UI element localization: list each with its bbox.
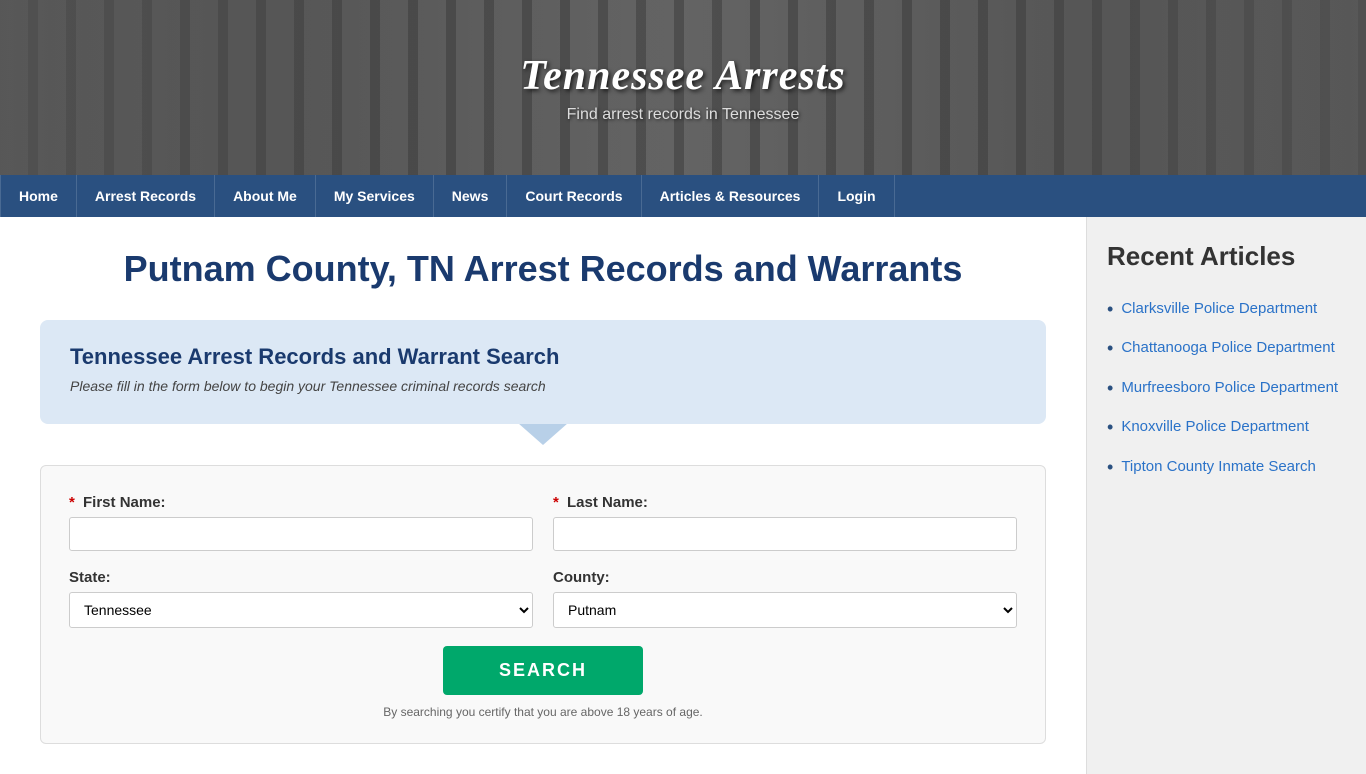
search-box-header: Tennessee Arrest Records and Warrant Sea… <box>40 320 1046 424</box>
article-link-knoxville[interactable]: Knoxville Police Department <box>1121 416 1309 437</box>
nav-arrest-records[interactable]: Arrest Records <box>77 175 215 217</box>
list-item: • Clarksville Police Department <box>1107 290 1346 329</box>
search-box-title: Tennessee Arrest Records and Warrant Sea… <box>70 344 1016 370</box>
state-label: State: <box>69 569 533 586</box>
search-button[interactable]: SEARCH <box>443 646 643 695</box>
main-navigation: Home Arrest Records About Me My Services… <box>0 175 1366 217</box>
form-note: By searching you certify that you are ab… <box>69 705 1017 719</box>
location-row: State: Tennessee Alabama Georgia Kentuck… <box>69 569 1017 628</box>
bullet-icon: • <box>1107 377 1113 400</box>
last-name-input[interactable] <box>553 517 1017 551</box>
list-item: • Knoxville Police Department <box>1107 408 1346 447</box>
last-name-required: * <box>553 494 559 511</box>
list-item: • Tipton County Inmate Search <box>1107 448 1346 487</box>
nav-news[interactable]: News <box>434 175 508 217</box>
state-select[interactable]: Tennessee Alabama Georgia Kentucky Missi… <box>69 592 533 628</box>
bullet-icon: • <box>1107 456 1113 479</box>
bullet-icon: • <box>1107 337 1113 360</box>
search-box-subtitle: Please fill in the form below to begin y… <box>70 378 1016 394</box>
first-name-required: * <box>69 494 75 511</box>
county-group: County: Putnam Davidson Shelby Knox Hami… <box>553 569 1017 628</box>
nav-home[interactable]: Home <box>0 175 77 217</box>
site-title: Tennessee Arrests <box>520 52 845 100</box>
article-link-chattanooga[interactable]: Chattanooga Police Department <box>1121 337 1334 358</box>
nav-my-services[interactable]: My Services <box>316 175 434 217</box>
first-name-input[interactable] <box>69 517 533 551</box>
list-item: • Murfreesboro Police Department <box>1107 369 1346 408</box>
sidebar: Recent Articles • Clarksville Police Dep… <box>1086 217 1366 774</box>
last-name-group: * Last Name: <box>553 494 1017 551</box>
first-name-group: * First Name: <box>69 494 533 551</box>
article-link-clarksville[interactable]: Clarksville Police Department <box>1121 298 1317 319</box>
state-group: State: Tennessee Alabama Georgia Kentuck… <box>69 569 533 628</box>
nav-court-records[interactable]: Court Records <box>507 175 641 217</box>
content-area: Putnam County, TN Arrest Records and War… <box>0 217 1086 774</box>
box-connector <box>40 423 1046 445</box>
article-link-tipton[interactable]: Tipton County Inmate Search <box>1121 456 1316 477</box>
header-banner: Tennessee Arrests Find arrest records in… <box>0 0 1366 175</box>
sidebar-title: Recent Articles <box>1107 241 1346 272</box>
nav-login[interactable]: Login <box>819 175 894 217</box>
county-label: County: <box>553 569 1017 586</box>
search-form: * First Name: * Last Name: State: <box>40 465 1046 744</box>
nav-articles-resources[interactable]: Articles & Resources <box>642 175 820 217</box>
recent-articles-list: • Clarksville Police Department • Chatta… <box>1107 290 1346 487</box>
page-title: Putnam County, TN Arrest Records and War… <box>40 247 1046 290</box>
name-row: * First Name: * Last Name: <box>69 494 1017 551</box>
article-link-murfreesboro[interactable]: Murfreesboro Police Department <box>1121 377 1338 398</box>
county-select[interactable]: Putnam Davidson Shelby Knox Hamilton <box>553 592 1017 628</box>
list-item: • Chattanooga Police Department <box>1107 329 1346 368</box>
nav-about-me[interactable]: About Me <box>215 175 316 217</box>
bullet-icon: • <box>1107 416 1113 439</box>
last-name-label: * Last Name: <box>553 494 1017 511</box>
bullet-icon: • <box>1107 298 1113 321</box>
site-subtitle: Find arrest records in Tennessee <box>567 106 800 124</box>
first-name-label: * First Name: <box>69 494 533 511</box>
triangle-arrow <box>518 423 568 445</box>
main-container: Putnam County, TN Arrest Records and War… <box>0 217 1366 774</box>
